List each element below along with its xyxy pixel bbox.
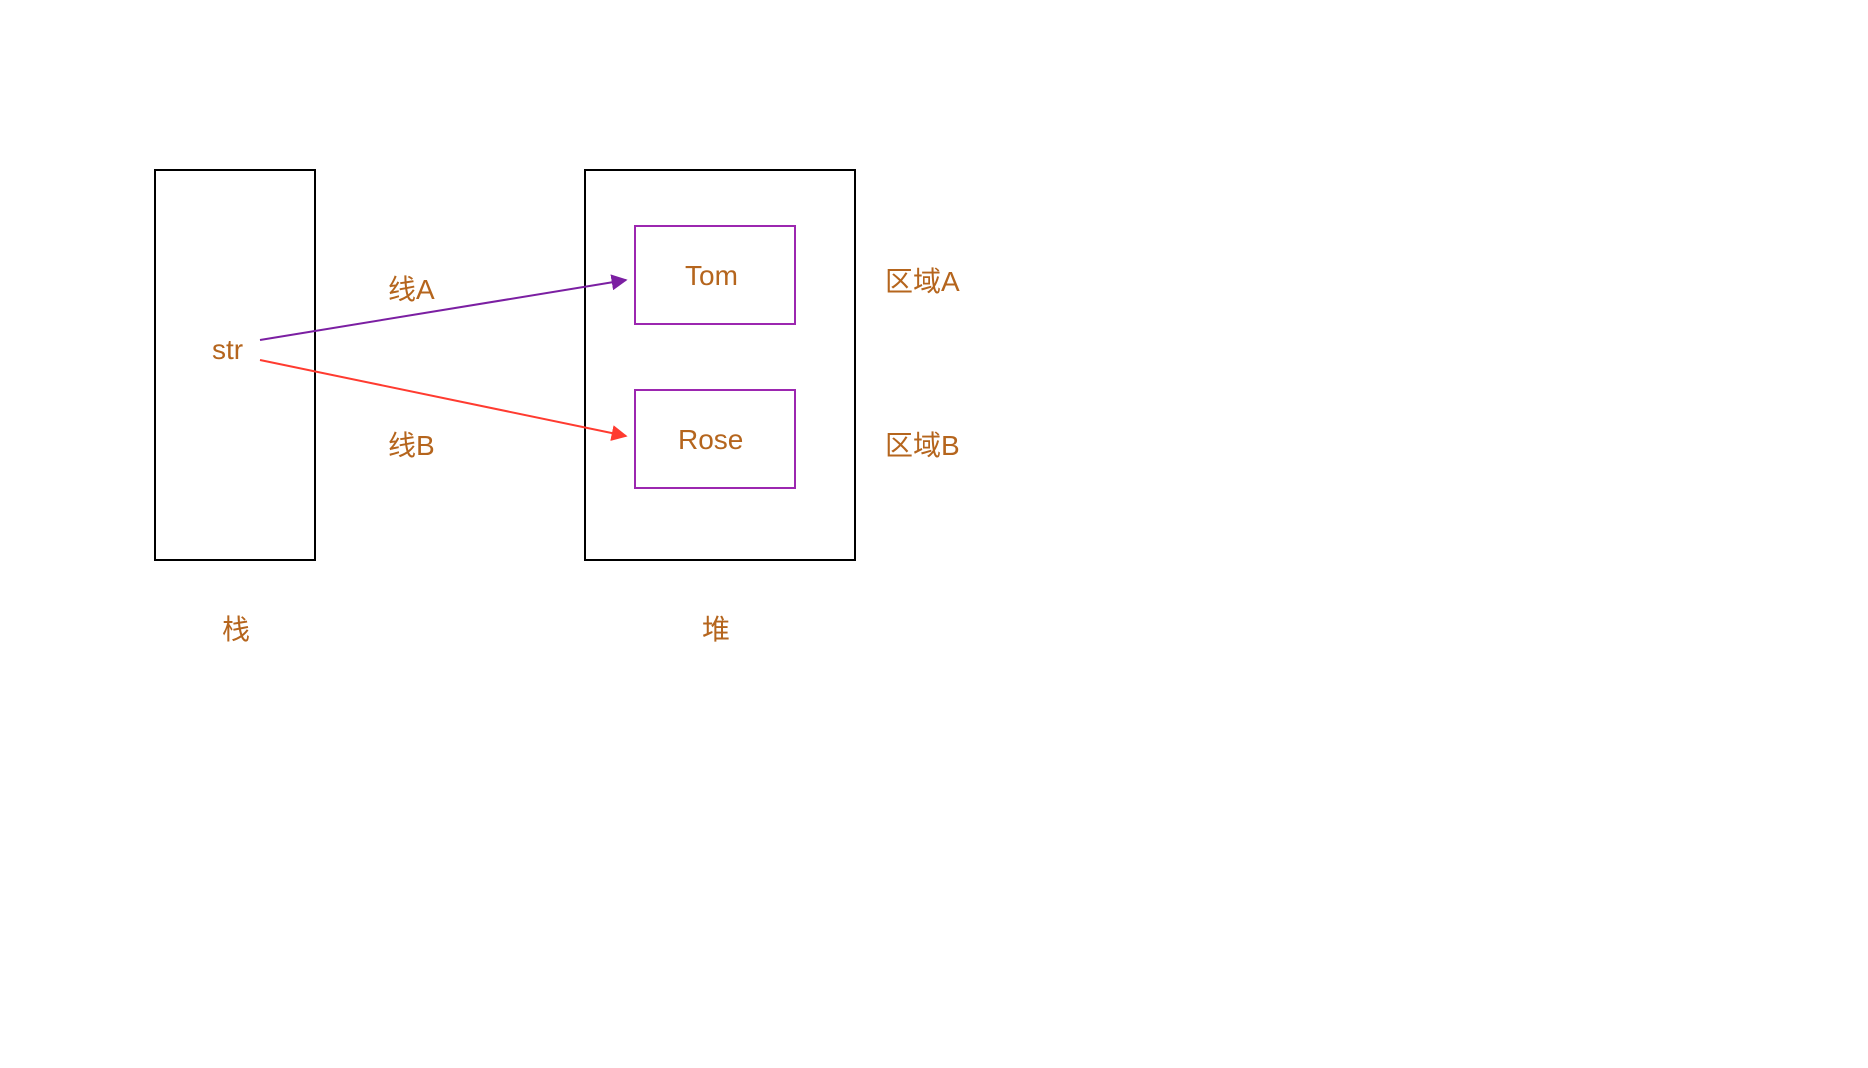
- heap-value-a: Tom: [685, 260, 738, 292]
- stack-label: 栈: [222, 608, 250, 648]
- stack-variable-label: str: [212, 334, 243, 366]
- arrow-a-label: 线A: [388, 268, 435, 308]
- heap-label: 堆: [702, 608, 730, 648]
- heap-box: [585, 170, 855, 560]
- region-a-label: 区域A: [885, 260, 960, 300]
- arrow-b-label: 线B: [388, 424, 435, 464]
- region-b-label: 区域B: [885, 424, 960, 464]
- heap-value-b: Rose: [678, 424, 743, 456]
- memory-diagram: str Tom Rose 线A 线B 区域A 区域B 栈 堆: [0, 0, 1868, 1068]
- diagram-svg: [0, 0, 1868, 1068]
